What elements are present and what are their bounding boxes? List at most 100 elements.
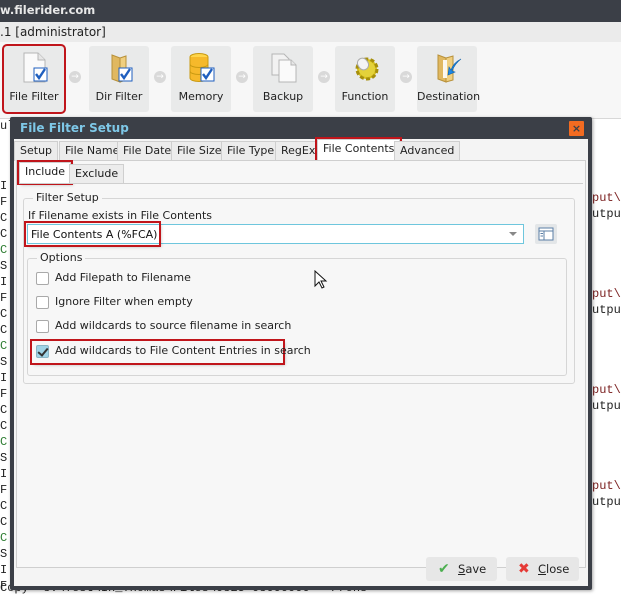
- workflow-step-label: File Filter: [9, 90, 59, 103]
- workflow-step-destination[interactable]: Destination: [417, 46, 481, 112]
- arrow-right-icon: →: [400, 71, 412, 83]
- log-path-fragment: utpu: [592, 495, 621, 509]
- log-line: S: [0, 355, 8, 369]
- log-path-fragment: put\: [592, 287, 621, 301]
- include-panel: Filter Setup If Filename exists in File …: [19, 183, 583, 565]
- tab-setup[interactable]: Setup: [14, 141, 59, 161]
- highlight-box: [24, 221, 161, 247]
- save-label: Save: [458, 562, 487, 576]
- browse-button[interactable]: [535, 224, 557, 244]
- workflow-step-label: Function: [341, 90, 389, 103]
- mouse-cursor-icon: [314, 270, 328, 289]
- log-line: F: [0, 483, 8, 497]
- option-label: Add wildcards to source filename in sear…: [55, 319, 292, 332]
- log-path-fragment: utpu: [592, 303, 621, 317]
- log-line: C: [0, 307, 8, 321]
- log-line: C: [0, 403, 8, 417]
- log-line: F: [0, 195, 8, 209]
- option-label: Add Filepath to Filename: [55, 271, 191, 284]
- workflow-step-label: Backup: [262, 90, 304, 103]
- checkbox[interactable]: [36, 272, 49, 285]
- workflow-step-file-filter[interactable]: File Filter: [2, 44, 66, 114]
- filter-setup-group: Filter Setup If Filename exists in File …: [23, 191, 575, 384]
- save-button[interactable]: ✔ Save: [426, 557, 497, 581]
- app-title-bar: w.filerider.com: [0, 0, 621, 22]
- log-line: I: [0, 467, 8, 481]
- workflow-toolbar: File Filter → Dir Filter → Memory → Back…: [0, 42, 621, 118]
- log-line: C: [0, 515, 8, 529]
- tab-file-contents[interactable]: File Contents: [314, 137, 403, 163]
- log-line: S: [0, 547, 8, 561]
- gear-icon: [355, 57, 379, 81]
- log-line: I: [0, 563, 8, 577]
- workflow-step-label: Destination: [417, 90, 481, 103]
- dialog-body: Setup File Name File Date File Size File…: [14, 137, 588, 586]
- checkbox[interactable]: [36, 296, 49, 309]
- log-line: F: [0, 291, 8, 305]
- group-legend: Filter Setup: [33, 191, 102, 204]
- tab-regex[interactable]: RegEx: [275, 141, 322, 161]
- log-line: F: [0, 387, 8, 401]
- log-line: C: [0, 339, 8, 353]
- log-line: C: [0, 499, 8, 513]
- file-contents-panel: Include Exclude Filter Setup If Filename…: [16, 160, 586, 568]
- options-group: Options Add Filepath to Filename Ignore …: [27, 251, 567, 376]
- group-legend: Options: [37, 251, 86, 264]
- arrow-right-icon: →: [318, 71, 330, 83]
- log-line: C: [0, 435, 8, 449]
- subtab-include[interactable]: Include: [16, 160, 74, 185]
- folder-check-icon: [111, 54, 133, 83]
- tab-file-date[interactable]: File Date: [117, 141, 178, 161]
- log-line: F: [0, 579, 8, 593]
- option-wildcards-content[interactable]: Add wildcards to File Content Entries in…: [30, 339, 311, 365]
- close-button[interactable]: ✖ Close: [506, 557, 579, 581]
- dialog-title: File Filter Setup: [20, 121, 129, 135]
- list-view-icon: [538, 227, 554, 241]
- close-icon[interactable]: ×: [569, 121, 584, 136]
- workflow-step-backup[interactable]: Backup: [253, 46, 313, 112]
- arrow-right-icon: →: [69, 71, 81, 83]
- workflow-step-memory[interactable]: Memory: [171, 46, 231, 112]
- option-label: Ignore Filter when empty: [55, 295, 193, 308]
- workflow-step-label: Memory: [178, 90, 224, 103]
- app-subtitle-bar: .1 [administrator]: [0, 22, 621, 42]
- workflow-step-dir-filter[interactable]: Dir Filter: [89, 46, 149, 112]
- log-line: C: [0, 531, 8, 545]
- folder-arrow-icon: [437, 54, 462, 83]
- field-label: If Filename exists in File Contents: [28, 209, 213, 222]
- copy-files-icon: [271, 53, 297, 83]
- log-path-fragment: utpu: [592, 207, 621, 221]
- file-filter-setup-dialog: File Filter Setup × Setup File Name File…: [10, 117, 592, 590]
- checkbox[interactable]: [36, 320, 49, 333]
- app-subtitle: .1 [administrator]: [0, 25, 106, 39]
- checkbox-checked[interactable]: [36, 345, 49, 358]
- log-line: I: [0, 179, 8, 193]
- arrow-right-icon: →: [154, 71, 166, 83]
- log-line: C: [0, 323, 8, 337]
- close-label: Close: [538, 562, 570, 576]
- tab-file-type[interactable]: File Type: [221, 141, 281, 161]
- subtab-exclude[interactable]: Exclude: [69, 164, 125, 183]
- log-path-fragment: put\: [592, 383, 621, 397]
- log-line: S: [0, 259, 8, 273]
- log-line: C: [0, 211, 8, 225]
- log-line: S: [0, 451, 8, 465]
- log-line: C: [0, 243, 8, 257]
- log-path-fragment: put\: [592, 479, 621, 493]
- tab-file-name[interactable]: File Name: [59, 141, 126, 161]
- log-path-fragment: utpu: [592, 399, 621, 413]
- workflow-step-function[interactable]: Function: [335, 46, 395, 112]
- chevron-down-icon[interactable]: [509, 232, 517, 236]
- database-check-icon: [189, 53, 215, 83]
- x-icon: ✖: [518, 561, 530, 577]
- option-label: Add wildcards to File Content Entries in…: [55, 344, 311, 357]
- log-line: C: [0, 227, 8, 241]
- log-line: I: [0, 275, 8, 289]
- workflow-step-label: Dir Filter: [95, 90, 143, 103]
- log-line: I: [0, 371, 8, 385]
- tab-file-size[interactable]: File Size: [171, 141, 228, 161]
- file-check-icon: [23, 52, 48, 83]
- arrow-right-icon: →: [236, 71, 248, 83]
- checkmark-icon: ✔: [438, 561, 450, 577]
- tab-advanced[interactable]: Advanced: [394, 141, 461, 161]
